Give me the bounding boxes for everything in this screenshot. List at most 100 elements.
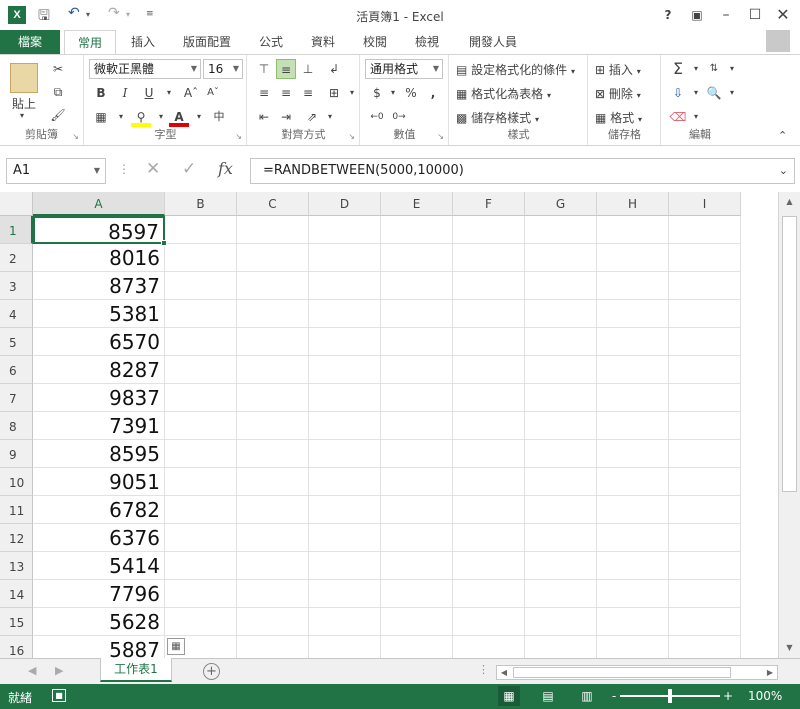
borders-dropdown-icon[interactable]: ▾ xyxy=(111,107,131,127)
maximize-icon[interactable]: ☐ xyxy=(742,4,768,26)
redo-dropdown-icon[interactable]: ▾ xyxy=(126,10,130,19)
cell-h9[interactable] xyxy=(597,440,669,468)
cell-e3[interactable] xyxy=(381,272,453,300)
row-header-15[interactable]: 15 xyxy=(0,608,33,636)
cell-e10[interactable] xyxy=(381,468,453,496)
cell-e12[interactable] xyxy=(381,524,453,552)
normal-view-icon[interactable]: ▦ xyxy=(498,686,520,706)
font-launcher-icon[interactable]: ↘ xyxy=(235,132,242,141)
orientation-icon[interactable]: ⇗ xyxy=(302,107,322,127)
cell-i11[interactable] xyxy=(669,496,741,524)
cell-f3[interactable] xyxy=(453,272,525,300)
collapse-ribbon-icon[interactable]: ⌃ xyxy=(778,129,787,142)
cell-h3[interactable] xyxy=(597,272,669,300)
fill-color-icon[interactable]: ⚲ xyxy=(131,107,151,127)
cell-c1[interactable] xyxy=(237,216,309,244)
cell-e11[interactable] xyxy=(381,496,453,524)
cell-f8[interactable] xyxy=(453,412,525,440)
cell-f16[interactable] xyxy=(453,636,525,658)
cell-e1[interactable] xyxy=(381,216,453,244)
cell-e15[interactable] xyxy=(381,608,453,636)
increase-indent-icon[interactable]: ⇥ xyxy=(276,107,296,127)
cell-b8[interactable] xyxy=(165,412,237,440)
cell-c13[interactable] xyxy=(237,552,309,580)
cell-b13[interactable] xyxy=(165,552,237,580)
cell-h7[interactable] xyxy=(597,384,669,412)
alignment-launcher-icon[interactable]: ↘ xyxy=(348,132,355,141)
align-bottom-icon[interactable]: ⊥ xyxy=(298,59,318,79)
row-header-1[interactable]: 1 xyxy=(0,216,33,244)
cell-e4[interactable] xyxy=(381,300,453,328)
phonetic-icon[interactable]: 中 xyxy=(209,107,229,127)
cell-g5[interactable] xyxy=(525,328,597,356)
cell-i4[interactable] xyxy=(669,300,741,328)
column-header-b[interactable]: B xyxy=(165,192,237,216)
scroll-right-icon[interactable]: ▶ xyxy=(763,666,777,679)
cell-g7[interactable] xyxy=(525,384,597,412)
cell-g1[interactable] xyxy=(525,216,597,244)
cell-b9[interactable] xyxy=(165,440,237,468)
format-painter-icon[interactable]: 🖌 xyxy=(48,105,68,125)
cell-c3[interactable] xyxy=(237,272,309,300)
customize-icon[interactable]: ≡ xyxy=(146,9,154,19)
conditional-formatting-button[interactable]: ▤ 設定格式化的條件 ▾ xyxy=(456,61,575,78)
cell-f7[interactable] xyxy=(453,384,525,412)
cell-d9[interactable] xyxy=(309,440,381,468)
align-right-icon[interactable]: ≡ xyxy=(298,83,318,103)
cell-a8[interactable]: 7391 xyxy=(33,412,165,440)
cell-c12[interactable] xyxy=(237,524,309,552)
row-header-9[interactable]: 9 xyxy=(0,440,33,468)
cell-a12[interactable]: 6376 xyxy=(33,524,165,552)
find-select-icon[interactable]: 🔍 xyxy=(704,83,724,103)
cell-i14[interactable] xyxy=(669,580,741,608)
cell-b10[interactable] xyxy=(165,468,237,496)
help-button[interactable]: ? xyxy=(655,4,681,26)
align-top-icon[interactable]: ⊤ xyxy=(254,59,274,79)
cell-e5[interactable] xyxy=(381,328,453,356)
name-box-dropdown-icon[interactable]: ▼ xyxy=(94,159,100,183)
column-header-e[interactable]: E xyxy=(381,192,453,216)
cell-a1[interactable]: 8597 xyxy=(33,216,165,244)
clipboard-launcher-icon[interactable]: ↘ xyxy=(72,132,79,141)
cell-a6[interactable]: 8287 xyxy=(33,356,165,384)
page-layout-view-icon[interactable]: ▤ xyxy=(537,686,559,706)
font-name-dropdown-icon[interactable]: ▼ xyxy=(191,60,197,78)
cell-i10[interactable] xyxy=(669,468,741,496)
fill-handle[interactable] xyxy=(161,240,167,246)
save-icon[interactable]: 🖫 xyxy=(38,5,50,29)
cell-g14[interactable] xyxy=(525,580,597,608)
merge-center-icon[interactable]: ⊞ xyxy=(324,83,344,103)
macro-record-icon[interactable]: ■ xyxy=(52,689,66,702)
cell-d11[interactable] xyxy=(309,496,381,524)
font-size-combo[interactable]: 16 ▼ xyxy=(203,59,243,79)
cell-b7[interactable] xyxy=(165,384,237,412)
cell-c9[interactable] xyxy=(237,440,309,468)
number-launcher-icon[interactable]: ↘ xyxy=(437,132,444,141)
tab-review[interactable]: 校閱 xyxy=(352,30,398,54)
cell-a10[interactable]: 9051 xyxy=(33,468,165,496)
cell-d10[interactable] xyxy=(309,468,381,496)
cell-b11[interactable] xyxy=(165,496,237,524)
formula-input[interactable]: =RANDBETWEEN(5000,10000) ⌄ xyxy=(250,158,795,184)
decrease-indent-icon[interactable]: ⇤ xyxy=(254,107,274,127)
cell-f15[interactable] xyxy=(453,608,525,636)
column-header-g[interactable]: G xyxy=(525,192,597,216)
cell-c7[interactable] xyxy=(237,384,309,412)
clear-icon[interactable]: ⌫ xyxy=(668,107,688,127)
tab-home[interactable]: 常用 xyxy=(64,30,116,55)
cell-g16[interactable] xyxy=(525,636,597,658)
cell-c10[interactable] xyxy=(237,468,309,496)
cell-f12[interactable] xyxy=(453,524,525,552)
tab-view[interactable]: 檢視 xyxy=(404,30,450,54)
cell-g2[interactable] xyxy=(525,244,597,272)
tab-insert[interactable]: 插入 xyxy=(120,30,166,54)
close-icon[interactable]: ✕ xyxy=(770,4,796,26)
autosum-dropdown-icon[interactable]: ▾ xyxy=(686,59,706,79)
fill-icon[interactable]: ⇩ xyxy=(668,83,688,103)
cell-e7[interactable] xyxy=(381,384,453,412)
cell-a2[interactable]: 8016 xyxy=(33,244,165,272)
cell-i3[interactable] xyxy=(669,272,741,300)
row-header-8[interactable]: 8 xyxy=(0,412,33,440)
cell-a5[interactable]: 6570 xyxy=(33,328,165,356)
row-header-14[interactable]: 14 xyxy=(0,580,33,608)
